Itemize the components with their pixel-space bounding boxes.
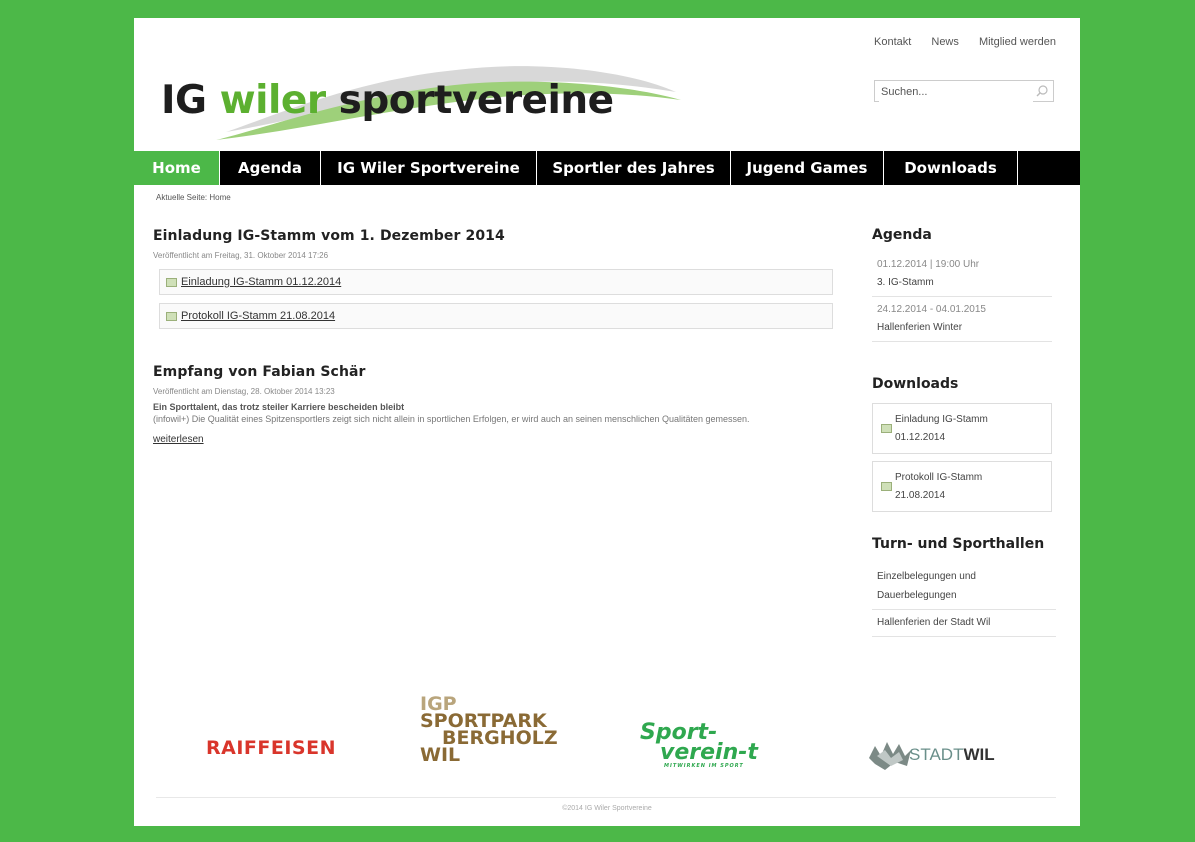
stadt-wil-emblem-icon (869, 742, 911, 770)
article-lead: Ein Sporttalent, das trotz steiler Karri… (153, 402, 405, 412)
article-body: (infowil+) Die Qualität eines Spitzenspo… (153, 414, 750, 424)
attachment-link[interactable]: Einladung IG-Stamm 01.12.2014 (181, 276, 341, 288)
agenda-date: 01.12.2014 | 19:00 Uhr (877, 259, 980, 270)
nav-jugend-games[interactable]: Jugend Games (731, 151, 884, 185)
igp-line: WIL (420, 744, 461, 766)
article-meta: Veröffentlicht am Freitag, 31. Oktober 2… (153, 251, 329, 260)
nav-home[interactable]: Home (134, 151, 220, 185)
hall-link[interactable]: Einzelbelegungen und Dauerbelegungen (872, 564, 1056, 610)
nav-agenda[interactable]: Agenda (220, 151, 321, 185)
nav-downloads[interactable]: Downloads (884, 151, 1018, 185)
site-logo[interactable]: IG wiler sportvereine (156, 40, 696, 140)
attachment-row: Einladung IG-Stamm 01.12.2014 (159, 269, 833, 295)
footer-divider (156, 797, 1056, 798)
footer-copyright: ©2014 IG Wiler Sportvereine (562, 805, 652, 812)
download-date: 01.12.2014 (895, 431, 946, 443)
sv-line: verein-t (660, 740, 758, 765)
article-title[interactable]: Einladung IG-Stamm vom 1. Dezember 2014 (153, 228, 841, 244)
toplink-kontakt[interactable]: Kontakt (874, 36, 911, 48)
article-einladung: Einladung IG-Stamm vom 1. Dezember 2014 … (153, 228, 841, 329)
sidebar-agenda-title: Agenda (872, 227, 932, 243)
sidebar-downloads-title: Downloads (872, 376, 959, 392)
main-nav: Home Agenda IG Wiler Sportvereine Sportl… (134, 151, 1080, 185)
logo-sportvereine: sportvereine (325, 78, 614, 123)
agenda-date: 24.12.2014 - 04.01.2015 (877, 304, 986, 315)
download-label: Protokoll IG-Stamm (895, 471, 983, 483)
file-icon (166, 311, 177, 321)
file-icon (881, 482, 892, 491)
attachment-row: Protokoll IG-Stamm 21.08.2014 (159, 303, 833, 329)
sponsor-igp-sportpark[interactable]: IGP SPORTPARK BERGHOLZ WIL (420, 695, 558, 766)
stadt-label: STADT (909, 745, 964, 764)
search-box (874, 80, 1054, 102)
sidebar-halls-title: Turn- und Sporthallen (872, 536, 1045, 552)
sponsor-sport-verein-t[interactable]: Sport- verein-t MITWIRKEN IM SPORT (640, 722, 790, 770)
file-icon (881, 424, 892, 433)
article-title[interactable]: Empfang von Fabian Schär (153, 364, 841, 380)
download-item[interactable]: Einladung IG-Stamm 01.12.2014 (872, 403, 1052, 454)
nav-sportler-des-jahres[interactable]: Sportler des Jahres (537, 151, 731, 185)
article-meta: Veröffentlicht am Dienstag, 28. Oktober … (153, 387, 335, 396)
agenda-list: 01.12.2014 | 19:00 Uhr 3. IG-Stamm 24.12… (872, 252, 1052, 342)
breadcrumb: Aktuelle Seite: Home (156, 193, 231, 202)
halls-list: Einzelbelegungen und Dauerbelegungen Hal… (872, 564, 1056, 637)
attachment-link[interactable]: Protokoll IG-Stamm 21.08.2014 (181, 310, 335, 322)
file-icon (166, 277, 177, 287)
hall-link[interactable]: Hallenferien der Stadt Wil (872, 610, 1056, 637)
search-icon[interactable] (1036, 85, 1048, 97)
agenda-item[interactable]: 24.12.2014 - 04.01.2015 Hallenferien Win… (872, 297, 1052, 342)
sponsor-raiffeisen[interactable]: RAIFFEISEN (206, 737, 336, 759)
logo-text: IG wiler sportvereine (161, 78, 614, 123)
page-container: IG wiler sportvereine Kontakt News Mitgl… (134, 18, 1080, 826)
agenda-item[interactable]: 01.12.2014 | 19:00 Uhr 3. IG-Stamm (872, 252, 1052, 297)
wil-label: WIL (963, 745, 995, 764)
logo-ig: IG (161, 78, 220, 123)
toplink-news[interactable]: News (931, 36, 959, 48)
download-date: 21.08.2014 (895, 489, 946, 501)
sponsor-stadt-wil[interactable]: STADT WIL (865, 738, 995, 772)
readmore-link[interactable]: weiterlesen (153, 434, 204, 445)
logo-wiler: wiler (219, 78, 326, 123)
agenda-name: 3. IG-Stamm (877, 277, 934, 288)
article-empfang: Empfang von Fabian Schär Veröffentlicht … (153, 364, 841, 447)
download-label: Einladung IG-Stamm (895, 413, 988, 425)
search-input[interactable] (879, 82, 1033, 102)
download-item[interactable]: Protokoll IG-Stamm 21.08.2014 (872, 461, 1052, 512)
agenda-name: Hallenferien Winter (877, 322, 963, 333)
toplink-mitglied-werden[interactable]: Mitglied werden (979, 36, 1056, 48)
top-links: Kontakt News Mitglied werden (857, 36, 1056, 48)
nav-ig-wiler-sportvereine[interactable]: IG Wiler Sportvereine (321, 151, 537, 185)
